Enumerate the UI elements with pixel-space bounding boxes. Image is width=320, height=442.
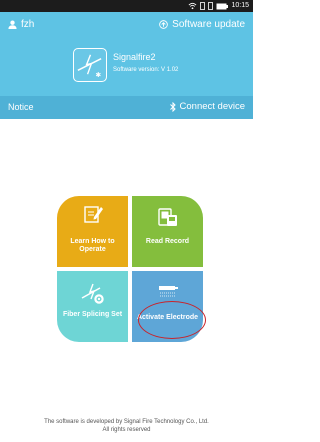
battery-icon [216, 3, 229, 9]
notice-bar: Notice Connect device [0, 96, 253, 119]
app-header: fzh Software update ✱ Signalfire2 Softwa… [0, 12, 253, 96]
fiber-splicing-set-tile[interactable]: Fiber Splicing Set [57, 271, 128, 342]
svg-text:✱: ✱ [95, 71, 101, 79]
learn-how-to-operate-tile[interactable]: Learn How to Operate [57, 196, 128, 267]
user-account[interactable]: fzh [8, 19, 34, 30]
status-bar: 10:15 [0, 0, 253, 12]
user-name: fzh [21, 19, 35, 30]
bluetooth-icon [169, 101, 176, 112]
sim-card-icon [208, 2, 214, 10]
tile-label: Learn How to Operate [70, 238, 115, 253]
fiber-splice-icon: ✱ [77, 54, 102, 79]
connect-device-label: Connect device [179, 101, 245, 112]
software-version: Software version: V 1.02 [113, 67, 179, 73]
status-time: 10:15 [231, 2, 249, 9]
record-device-icon [157, 208, 177, 226]
electrode-icon [158, 286, 178, 297]
read-record-tile[interactable]: Read Record [132, 196, 203, 267]
app-logo: ✱ [73, 48, 107, 82]
upload-circle-icon [159, 20, 168, 29]
rights-line: All rights reserved [102, 427, 151, 433]
tutorial-icon [83, 206, 103, 223]
fiber-settings-icon [81, 283, 104, 304]
software-update-button[interactable]: Software update [159, 19, 245, 30]
wifi-icon [189, 2, 197, 10]
app-name: Signalfire2 [113, 52, 156, 62]
notice-link[interactable]: Notice [8, 102, 34, 112]
footer: The software is developed by Signal Fire… [0, 418, 253, 434]
status-icons: 10:15 [188, 1, 249, 11]
user-icon [8, 20, 17, 29]
sim-card-icon [200, 2, 206, 10]
highlight-circle [138, 301, 206, 339]
tile-label: Fiber Splicing Set [62, 311, 123, 318]
connect-device-button[interactable]: Connect device [169, 101, 245, 112]
software-update-label: Software update [172, 19, 245, 30]
tile-label: Read Record [145, 238, 190, 245]
copyright-line: The software is developed by Signal Fire… [44, 419, 209, 425]
